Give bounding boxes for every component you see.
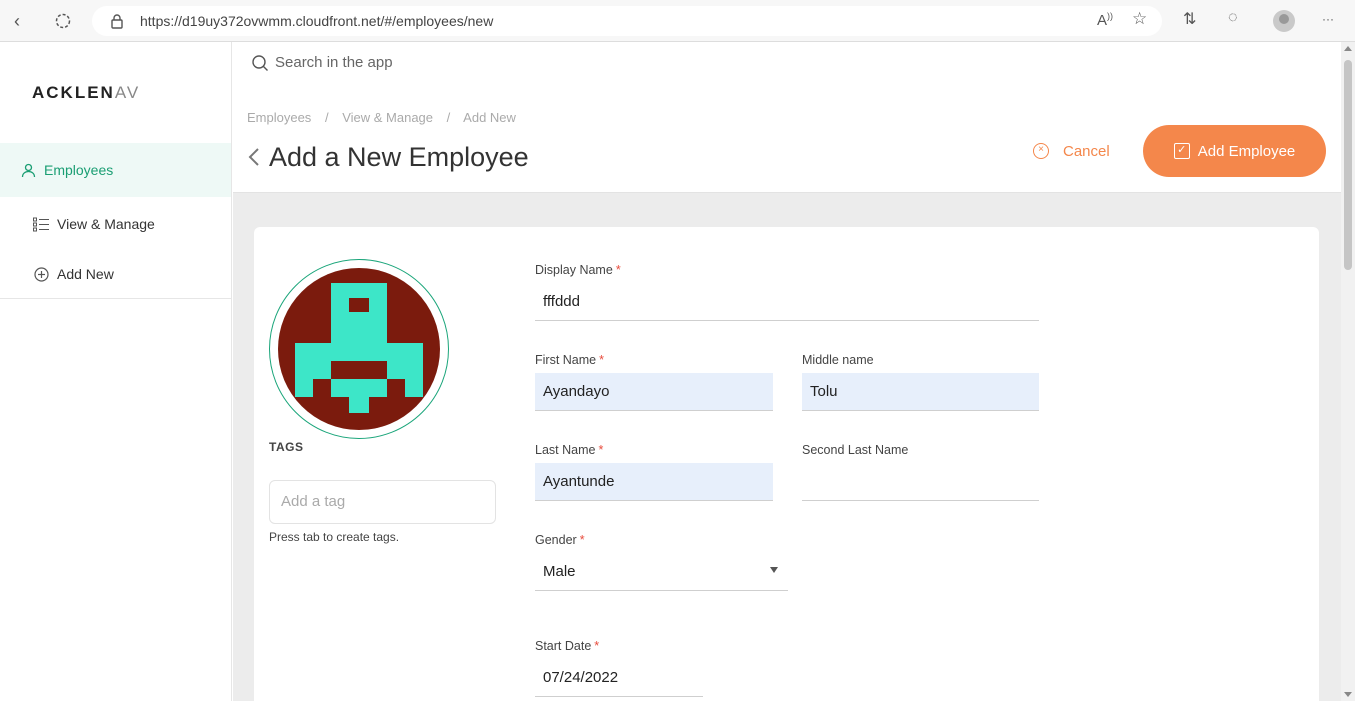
gender-label: Gender * <box>535 533 585 547</box>
logo-main-text: ACKLEN <box>32 83 115 102</box>
display-name-label: Display Name * <box>535 263 621 277</box>
lock-icon <box>110 13 124 34</box>
middle-name-field[interactable]: Tolu <box>802 373 1039 411</box>
plus-circle-icon <box>33 266 49 282</box>
favorite-star-icon[interactable]: ☆ <box>1132 9 1147 29</box>
logo-tail-text: AV <box>114 83 141 102</box>
tags-label: TAGS <box>269 440 304 454</box>
sidebar-divider <box>0 298 231 299</box>
close-circle-icon: × <box>1033 143 1049 159</box>
start-date-label-text: Start Date <box>535 639 592 653</box>
brand-logo[interactable]: ACKLENAV <box>32 83 140 103</box>
back-chevron-icon[interactable] <box>247 146 261 168</box>
second-last-name-label-text: Second Last Name <box>802 443 909 457</box>
display-name-label-text: Display Name <box>535 263 613 277</box>
first-name-label: First Name * <box>535 353 604 367</box>
cancel-button[interactable]: × Cancel <box>1033 140 1110 162</box>
main-content: Search in the app Employees / View & Man… <box>233 42 1341 707</box>
second-last-name-label: Second Last Name <box>802 443 908 457</box>
sidebar-item-add-new[interactable]: Add New <box>0 247 231 301</box>
add-employee-button[interactable]: ✓ Add Employee <box>1143 125 1326 177</box>
gender-select[interactable]: Male <box>535 553 788 591</box>
second-last-name-field[interactable] <box>802 463 1039 501</box>
required-marker: * <box>579 533 585 547</box>
cancel-label: Cancel <box>1063 142 1110 160</box>
list-icon <box>33 216 49 232</box>
required-marker: * <box>599 353 604 367</box>
first-name-label-text: First Name <box>535 353 597 367</box>
sidebar-item-label: View & Manage <box>57 216 155 232</box>
breadcrumb-employees[interactable]: Employees <box>247 110 311 125</box>
browser-toolbar: ‹ https://d19uy372ovwmm.cloudfront.net/#… <box>0 0 1355 42</box>
required-marker: * <box>615 263 621 277</box>
read-aloud-icon[interactable]: A)) <box>1097 11 1113 29</box>
search-icon <box>251 54 269 77</box>
page-header: Employees / View & Manage / Add New Add … <box>233 100 1341 193</box>
start-date-field[interactable]: 07/24/2022 <box>535 659 703 697</box>
extensions-icon[interactable]: ⇅ <box>1183 9 1196 29</box>
search-bar[interactable]: Search in the app <box>233 42 1341 100</box>
tag-input[interactable]: Add a tag <box>269 480 496 524</box>
more-options-icon[interactable]: ··· <box>1322 12 1334 26</box>
sidebar-item-label: Add New <box>57 266 114 282</box>
collections-icon[interactable]: ◌ <box>1228 9 1238 27</box>
tag-hint: Press tab to create tags. <box>269 530 400 544</box>
page-title: Add a New Employee <box>269 142 529 172</box>
breadcrumb-separator: / <box>324 110 329 125</box>
back-icon[interactable]: ‹ <box>4 8 30 34</box>
refresh-icon[interactable] <box>50 8 76 34</box>
employee-form-card: TAGS Add a tag Press tab to create tags.… <box>254 227 1319 707</box>
required-marker: * <box>594 639 600 653</box>
breadcrumb-view-manage[interactable]: View & Manage <box>342 110 433 125</box>
sidebar-item-view-manage[interactable]: View & Manage <box>0 197 231 251</box>
checkbox-icon: ✓ <box>1173 143 1190 159</box>
required-marker: * <box>598 443 604 457</box>
person-icon <box>20 162 36 178</box>
breadcrumb: Employees / View & Manage / Add New <box>247 110 526 125</box>
sidebar: ACKLENAV Employees View & Manage Add New <box>0 42 232 701</box>
address-bar[interactable]: https://d19uy372ovwmm.cloudfront.net/#/e… <box>92 6 1162 36</box>
page-scrollbar[interactable] <box>1341 42 1355 701</box>
url-text: https://d19uy372ovwmm.cloudfront.net/#/e… <box>140 13 494 29</box>
breadcrumb-add-new: Add New <box>463 110 516 125</box>
gender-value: Male <box>543 563 576 580</box>
first-name-field[interactable]: Ayandayo <box>535 373 773 411</box>
last-name-label: Last Name * <box>535 443 603 457</box>
scroll-up-icon[interactable] <box>1344 46 1352 51</box>
sidebar-item-label: Employees <box>44 162 114 178</box>
start-date-label: Start Date * <box>535 639 599 653</box>
scrollbar-thumb[interactable] <box>1344 60 1352 270</box>
gender-label-text: Gender <box>535 533 577 547</box>
middle-name-label-text: Middle name <box>802 353 874 367</box>
breadcrumb-separator: / <box>446 110 451 125</box>
employee-avatar[interactable] <box>278 268 440 430</box>
middle-name-label: Middle name <box>802 353 874 367</box>
last-name-label-text: Last Name <box>535 443 596 457</box>
display-name-field[interactable]: fffddd <box>535 283 1039 321</box>
sidebar-item-employees[interactable]: Employees <box>0 143 231 197</box>
last-name-field[interactable]: Ayantunde <box>535 463 773 501</box>
scroll-down-icon[interactable] <box>1344 692 1352 697</box>
add-employee-label: Add Employee <box>1197 142 1296 160</box>
profile-avatar[interactable] <box>1273 10 1295 32</box>
dropdown-caret-icon <box>770 567 778 573</box>
search-input[interactable]: Search in the app <box>275 54 393 71</box>
